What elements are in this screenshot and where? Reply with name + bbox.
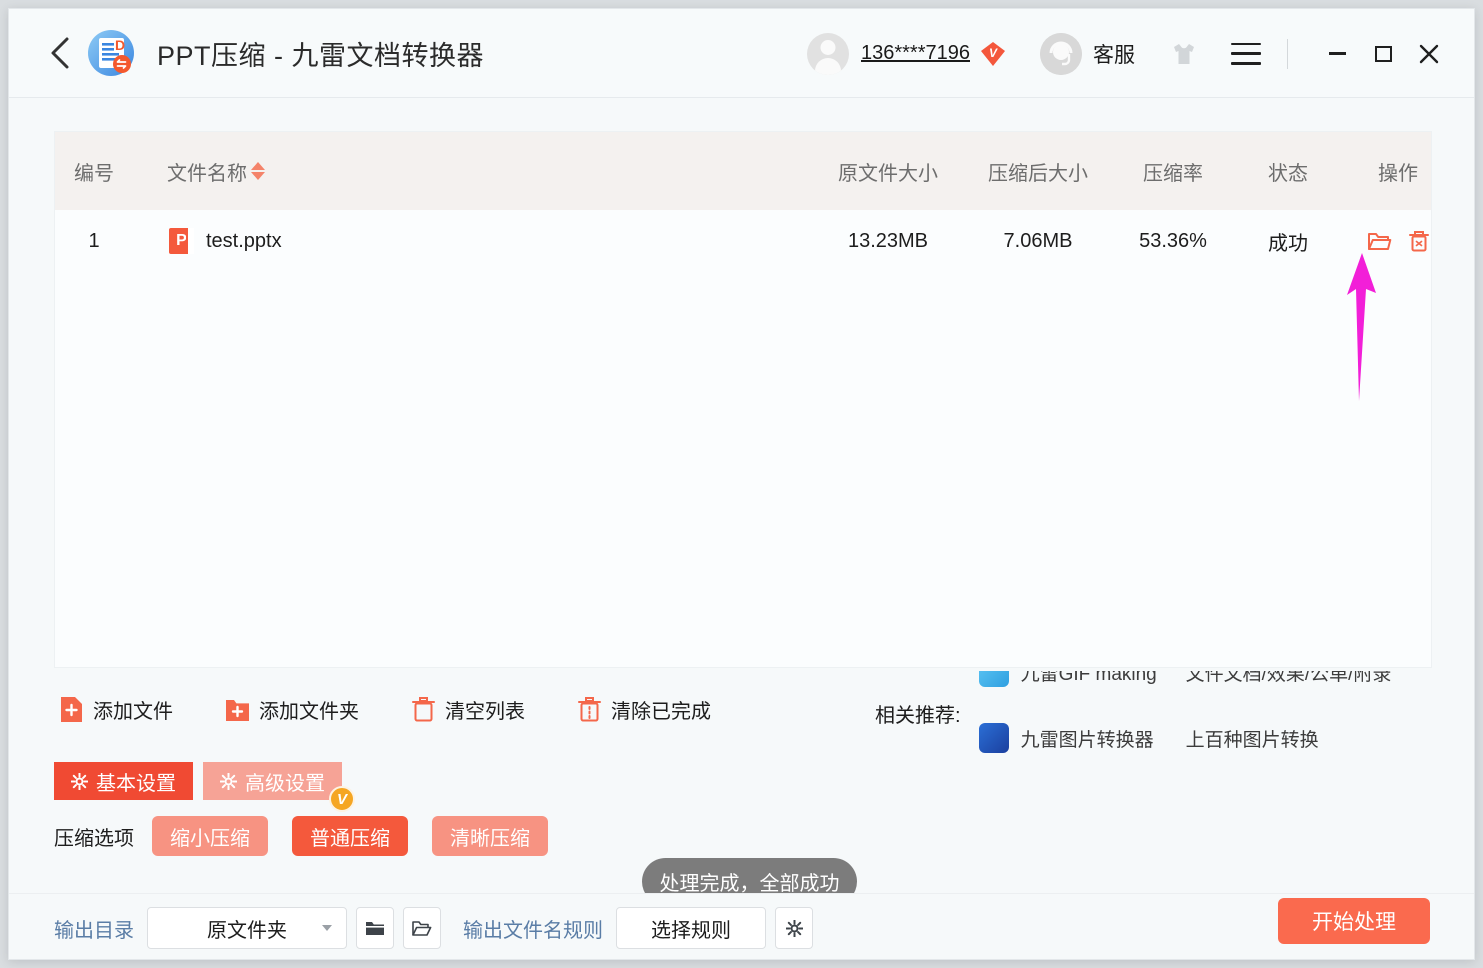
add-file-label: 添加文件 <box>93 695 173 724</box>
add-folder-icon <box>225 696 250 723</box>
row-filename-cell: P test.pptx <box>133 228 813 254</box>
chevron-down-icon <box>322 925 332 931</box>
output-dir-select[interactable]: 原文件夹 <box>147 907 347 949</box>
clear-list-button[interactable]: 清空列表 <box>411 695 525 724</box>
tab-advanced-settings-label: 高级设置 <box>245 767 325 796</box>
customer-service-button[interactable]: 客服 <box>1040 33 1135 75</box>
gear-icon <box>220 773 237 790</box>
folder-open-icon <box>412 920 432 937</box>
recommend-item[interactable]: 九雷图片转换器 上百种图片转换 <box>979 723 1319 753</box>
recommend-app-icon <box>979 723 1009 753</box>
row-ratio: 53.36% <box>1113 230 1233 253</box>
svg-text:V: V <box>989 46 998 60</box>
add-folder-button[interactable]: 添加文件夹 <box>225 695 359 724</box>
titlebar-divider <box>1287 39 1288 69</box>
col-header-compressed-size: 压缩后大小 <box>963 157 1113 186</box>
gear-icon <box>786 920 803 937</box>
rule-settings-button[interactable] <box>775 907 813 949</box>
hamburger-menu-icon[interactable] <box>1231 43 1261 65</box>
open-output-folder-button[interactable] <box>403 907 441 949</box>
open-folder-icon[interactable] <box>1367 230 1392 252</box>
clear-completed-label: 清除已完成 <box>611 695 711 724</box>
trash-icon <box>411 696 436 723</box>
gear-icon <box>71 773 88 790</box>
delete-file-icon[interactable] <box>1408 229 1430 253</box>
row-status: 成功 <box>1233 227 1343 256</box>
file-table: 编号 文件名称 原文件大小 压缩后大小 压缩率 状态 操作 1 P test.p… <box>54 131 1432 668</box>
vip-badge-icon[interactable]: V <box>980 41 1006 67</box>
tab-advanced-settings[interactable]: 高级设置 V <box>203 762 342 800</box>
col-header-ratio: 压缩率 <box>1113 157 1233 186</box>
output-dir-value: 原文件夹 <box>207 914 287 943</box>
maximize-button[interactable] <box>1360 31 1406 77</box>
file-action-bar: 添加文件 添加文件夹 清空列表 清除已完成 <box>59 695 711 724</box>
clear-completed-icon <box>577 696 602 723</box>
recommend-item-name: 九雷GIF making <box>1021 671 1186 686</box>
col-header-no: 编号 <box>55 157 133 186</box>
related-recommendations: 相关推荐: 九雷GIF making 文件文档/效果/公单/附录 九雷图片转换器… <box>875 671 1435 756</box>
app-window: D PPT压缩 - 九雷文档转换器 136****7196 V <box>8 8 1475 960</box>
vip-badge-advanced[interactable]: V <box>329 786 355 812</box>
table-row[interactable]: 1 P test.pptx 13.23MB 7.06MB 53.36% 成功 <box>55 210 1431 272</box>
recommend-item-name: 九雷图片转换器 <box>1021 725 1186 752</box>
powerpoint-file-icon: P <box>169 228 194 254</box>
col-header-name-label: 文件名称 <box>167 157 247 186</box>
clear-completed-button[interactable]: 清除已完成 <box>577 695 711 724</box>
tab-basic-settings-label: 基本设置 <box>96 767 176 796</box>
filename-rule-label: 输出文件名规则 <box>463 914 603 943</box>
chevron-left-icon <box>49 36 71 70</box>
svg-text:D: D <box>115 37 125 53</box>
title-bar-right: 136****7196 V 客服 <box>807 9 1452 98</box>
tshirt-icon[interactable] <box>1171 41 1197 67</box>
recommend-label: 相关推荐: <box>875 699 961 728</box>
browse-folder-button[interactable] <box>356 907 394 949</box>
add-file-icon <box>59 696 84 723</box>
account-phone[interactable]: 136****7196 <box>861 42 970 65</box>
recommend-item[interactable]: 九雷GIF making 文件文档/效果/公单/附录 <box>979 671 1392 687</box>
close-icon <box>1418 43 1440 65</box>
col-header-status: 状态 <box>1233 157 1343 186</box>
avatar <box>807 33 849 75</box>
col-header-original-size: 原文件大小 <box>813 157 963 186</box>
row-compressed-size: 7.06MB <box>963 230 1113 253</box>
sort-arrows-icon[interactable] <box>251 162 265 180</box>
recommend-app-icon <box>979 671 1009 687</box>
tab-basic-settings[interactable]: 基本设置 <box>54 762 193 800</box>
add-folder-label: 添加文件夹 <box>259 695 359 724</box>
recommend-item-desc: 文件文档/效果/公单/附录 <box>1186 671 1392 686</box>
headset-icon <box>1040 33 1082 75</box>
recommend-list: 九雷GIF making 文件文档/效果/公单/附录 九雷图片转换器 上百种图片… <box>979 671 1399 756</box>
start-process-button[interactable]: 开始处理 <box>1278 898 1430 944</box>
col-header-action: 操作 <box>1343 157 1453 186</box>
customer-service-label: 客服 <box>1093 39 1135 69</box>
back-button[interactable] <box>37 30 83 76</box>
footer-bar: 输出目录 原文件夹 输出文件名规则 选择规则 <box>9 893 1475 960</box>
title-bar: D PPT压缩 - 九雷文档转换器 136****7196 V <box>9 9 1474 98</box>
output-dir-label: 输出目录 <box>54 914 134 943</box>
row-index: 1 <box>55 230 133 253</box>
footer-controls: 输出目录 原文件夹 输出文件名规则 选择规则 <box>54 907 813 949</box>
compression-options: 压缩选项 缩小压缩 普通压缩 清晰压缩 <box>54 816 572 856</box>
compression-option-normal[interactable]: 普通压缩 <box>292 816 408 856</box>
document-converter-icon: D <box>87 29 135 77</box>
compression-label: 压缩选项 <box>54 822 134 851</box>
folder-filled-icon <box>365 920 385 937</box>
select-rule-button[interactable]: 选择规则 <box>616 907 766 949</box>
add-file-button[interactable]: 添加文件 <box>59 695 173 724</box>
row-original-size: 13.23MB <box>813 230 963 253</box>
col-header-name[interactable]: 文件名称 <box>133 157 813 186</box>
row-filename: test.pptx <box>206 230 282 253</box>
account-button[interactable]: 136****7196 V <box>807 33 1006 75</box>
compression-option-small[interactable]: 缩小压缩 <box>152 816 268 856</box>
row-actions <box>1343 229 1453 253</box>
recommend-item-desc: 上百种图片转换 <box>1186 725 1319 752</box>
window-title: PPT压缩 - 九雷文档转换器 <box>157 34 484 73</box>
clear-list-label: 清空列表 <box>445 695 525 724</box>
close-button[interactable] <box>1406 31 1452 77</box>
minimize-button[interactable] <box>1314 31 1360 77</box>
settings-tabs: 基本设置 高级设置 V <box>54 762 342 800</box>
table-header-row: 编号 文件名称 原文件大小 压缩后大小 压缩率 状态 操作 <box>55 132 1431 210</box>
compression-option-clear[interactable]: 清晰压缩 <box>432 816 548 856</box>
